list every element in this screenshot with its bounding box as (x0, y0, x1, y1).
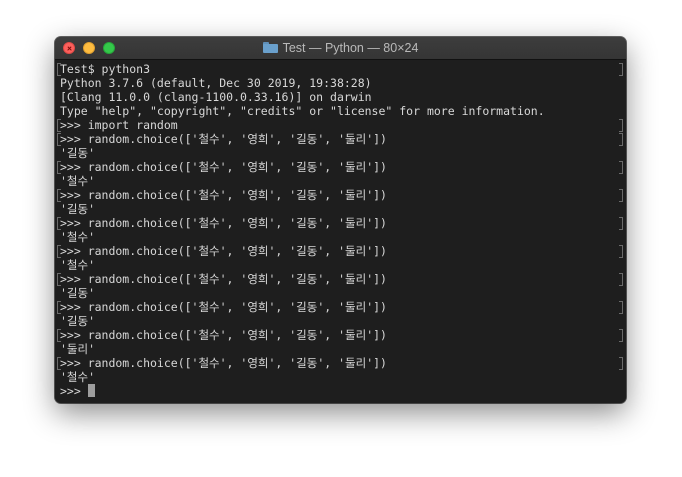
prompt-mark-left (57, 189, 61, 202)
command-line: >>> random.choice(['철수', '영희', '길동', '둘리… (60, 356, 387, 370)
output-line: Python 3.7.6 (default, Dec 30 2019, 19:3… (60, 76, 372, 90)
window-title: Test — Python — 80×24 (282, 41, 419, 55)
output-line: '길동' (60, 202, 96, 216)
prompt-mark-right (619, 273, 623, 286)
output-line: '길동' (60, 314, 96, 328)
command-line: >>> random.choice(['철수', '영희', '길동', '둘리… (60, 300, 387, 314)
prompt-mark-right (619, 189, 623, 202)
output-line: '철수' (60, 230, 96, 244)
command-line: >>> random.choice(['철수', '영희', '길동', '둘리… (60, 160, 387, 174)
output-line: Type "help", "copyright", "credits" or "… (60, 104, 545, 118)
prompt-mark-right (619, 63, 623, 76)
prompt-mark-left (57, 273, 61, 286)
prompt-mark-left (57, 133, 61, 146)
prompt-mark-right (619, 161, 623, 174)
active-prompt-line[interactable]: >>> (60, 384, 95, 398)
prompt-mark-right (619, 133, 623, 146)
command-line: >>> random.choice(['철수', '영희', '길동', '둘리… (60, 328, 387, 342)
command-line: >>> random.choice(['철수', '영희', '길동', '둘리… (60, 188, 387, 202)
output-line: Test$ python3 (60, 62, 151, 76)
output-line: '길동' (60, 146, 96, 160)
prompt-mark-left (57, 357, 61, 370)
output-line: '철수' (60, 370, 96, 384)
terminal-output[interactable]: Test$ python3 Python 3.7.6 (default, Dec … (55, 60, 626, 403)
output-line: '둘리' (60, 342, 96, 356)
command-line: >>> random.choice(['철수', '영희', '길동', '둘리… (60, 272, 387, 286)
folder-icon (262, 42, 278, 53)
prompt-mark-left (57, 63, 61, 76)
window-title-area: Test — Python — 80×24 (55, 37, 626, 59)
terminal-window[interactable]: Test — Python — 80×24 Test$ python3 Pytho… (55, 37, 626, 403)
command-line: >>> random.choice(['철수', '영희', '길동', '둘리… (60, 244, 387, 258)
prompt-mark-right (619, 357, 623, 370)
prompt-mark-left (57, 217, 61, 230)
prompt-mark-right (619, 245, 623, 258)
prompt-mark-left (57, 245, 61, 258)
prompt-mark-left (57, 161, 61, 174)
prompt: >>> (60, 384, 88, 398)
prompt-mark-right (619, 329, 623, 342)
prompt-mark-right (619, 217, 623, 230)
prompt-mark-right (619, 119, 623, 132)
prompt-mark-left (57, 301, 61, 314)
prompt-mark-left (57, 119, 61, 132)
command-line: >>> random.choice(['철수', '영희', '길동', '둘리… (60, 216, 387, 230)
text-cursor (87, 384, 95, 397)
prompt-mark-right (619, 301, 623, 314)
output-line: [Clang 11.0.0 (clang-1100.0.33.16)] on d… (60, 90, 372, 104)
output-line: '철수' (60, 174, 96, 188)
output-line: '철수' (60, 258, 96, 272)
command-line: >>> random.choice(['철수', '영희', '길동', '둘리… (60, 132, 387, 146)
command-line: >>> import random (60, 118, 178, 132)
output-line: '길동' (60, 286, 96, 300)
title-bar[interactable]: Test — Python — 80×24 (55, 37, 626, 60)
prompt-mark-left (57, 329, 61, 342)
